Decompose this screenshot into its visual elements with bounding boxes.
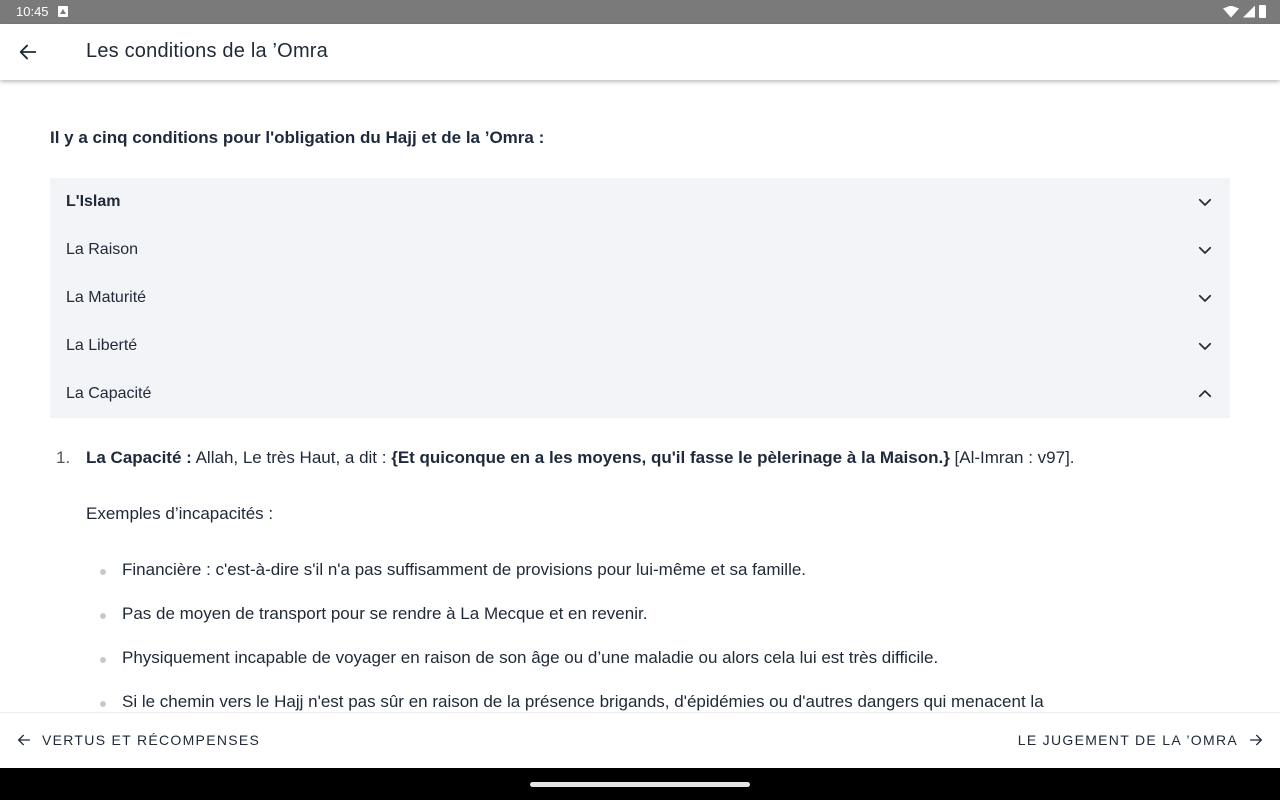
bottom-navigation: VERTUS ET RÉCOMPENSES LE JUGEMENT DE LA … <box>0 712 1280 768</box>
chevron-down-icon <box>1196 337 1214 355</box>
intro-text: Il y a cinq conditions pour l'obligation… <box>50 128 545 147</box>
arrow-left-icon <box>18 734 30 746</box>
signal-icon <box>1243 5 1255 18</box>
accordion-item-maturite[interactable]: La Maturité <box>50 274 1230 322</box>
quran-reference: [Al-Imran : v97]. <box>949 448 1075 467</box>
accordion-item-raison[interactable]: La Raison <box>50 226 1230 274</box>
chevron-down-icon <box>1196 193 1214 211</box>
status-time: 10:45 <box>16 4 49 19</box>
status-bar: 10:45 <box>0 0 1280 24</box>
accordion-label: L'Islam <box>66 193 121 210</box>
list-number: 1. <box>56 448 71 467</box>
chevron-down-icon <box>1196 241 1214 259</box>
accordion-label: La Raison <box>66 241 139 258</box>
quran-quote: {Et quiconque en a les moyens, qu'il fas… <box>391 448 950 467</box>
accordion-label: La Capacité <box>66 385 152 402</box>
bullet-text: Pas de moyen de transport pour se rendre… <box>122 604 648 623</box>
arrow-left-icon <box>19 44 37 60</box>
wifi-icon <box>1223 5 1239 18</box>
item-intro: Allah, Le très Haut, a dit : <box>191 448 392 467</box>
content-area[interactable]: Il y a cinq conditions pour l'obligation… <box>0 80 1280 712</box>
next-page-label: LE JUGEMENT DE LA ’OMRA <box>1017 732 1238 748</box>
gesture-navigation-bar <box>0 768 1280 800</box>
next-page-button[interactable]: LE JUGEMENT DE LA ’OMRA <box>1018 732 1264 748</box>
chevron-up-icon <box>1196 385 1214 403</box>
back-button[interactable] <box>14 38 42 66</box>
app-bar: Les conditions de la ’Omra <box>0 24 1280 80</box>
chevron-down-icon <box>1196 289 1214 307</box>
page-title: Les conditions de la ’Omra <box>86 40 328 62</box>
notification-icon <box>58 6 68 17</box>
accordion-item-capacite[interactable]: La Capacité <box>50 370 1230 418</box>
battery-icon <box>1259 5 1266 18</box>
conditions-accordion: L'Islam La Raison La Maturité La Liberté… <box>50 178 1230 418</box>
previous-page-button[interactable]: VERTUS ET RÉCOMPENSES <box>16 732 260 748</box>
item-heading: La Capacité : <box>86 448 192 467</box>
bullet-dot <box>100 657 106 663</box>
examples-label: Exemples d’incapacités : <box>86 504 274 523</box>
home-gesture-handle[interactable] <box>530 782 750 787</box>
accordion-item-liberte[interactable]: La Liberté <box>50 322 1230 370</box>
bullet-dot <box>100 613 106 619</box>
bullet-dot <box>100 701 106 707</box>
bullet-text: Physiquement incapable de voyager en rai… <box>122 648 939 667</box>
arrow-right-icon <box>1250 734 1262 746</box>
accordion-item-islam[interactable]: L'Islam <box>50 178 1230 226</box>
accordion-label: La Maturité <box>66 289 147 306</box>
numbered-item: 1. La Capacité : Allah, Le très Haut, a d… <box>56 448 1075 468</box>
bullet-dot <box>100 569 106 575</box>
bullet-text: Financière : c'est-à-dire s'il n'a pas s… <box>122 560 807 579</box>
system-icons <box>1223 5 1266 18</box>
bullet-text: Si le chemin vers le Hajj n'est pas sûr … <box>122 692 1044 711</box>
previous-page-label: VERTUS ET RÉCOMPENSES <box>42 732 261 748</box>
accordion-label: La Liberté <box>66 337 138 354</box>
